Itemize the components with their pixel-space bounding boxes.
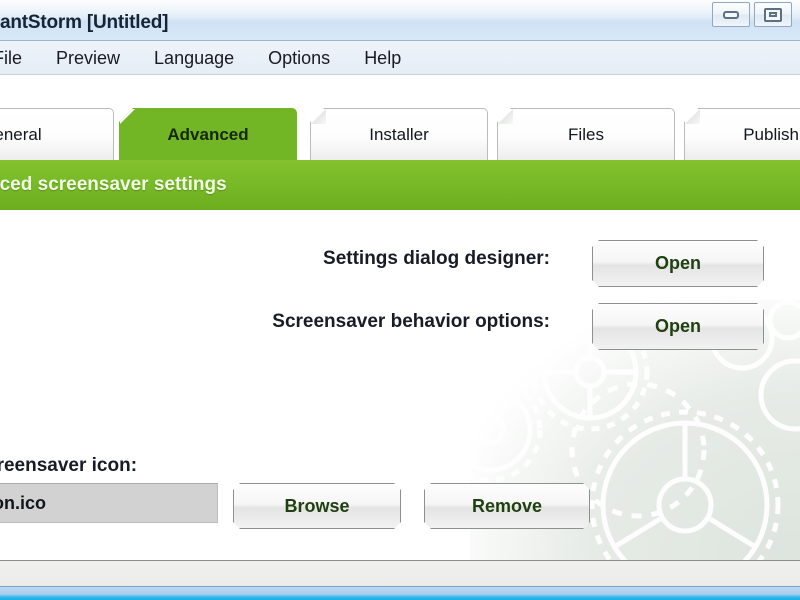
restore-icon <box>764 7 782 22</box>
screensaver-behavior-options-open-button[interactable]: Open <box>592 303 764 350</box>
window-title: antStorm [Untitled] <box>0 12 169 33</box>
menu-bar: File Preview Language Options Help <box>0 41 800 75</box>
window-controls <box>708 2 792 28</box>
menu-item-help[interactable]: Help <box>347 48 418 69</box>
application-window: antStorm [Untitled] File Preview Languag… <box>0 0 800 600</box>
restore-button[interactable] <box>754 2 792 27</box>
menu-items: File Preview Language Options Help <box>0 41 418 75</box>
screensaver-icon-label: creensaver icon: <box>0 455 138 476</box>
tab-fold-icon <box>685 109 700 124</box>
menu-item-preview[interactable]: Preview <box>39 48 137 69</box>
title-bar: antStorm [Untitled] <box>0 0 800 41</box>
remove-button[interactable]: Remove <box>424 483 590 529</box>
settings-dialog-designer-open-button[interactable]: Open <box>592 240 764 287</box>
tab-general-label: eneral <box>0 124 42 144</box>
window-bottom-border <box>0 586 800 600</box>
settings-dialog-designer-row: Settings dialog designer: <box>0 248 550 270</box>
tab-installer-label: Installer <box>369 124 429 144</box>
screensaver-icon-path-field[interactable]: on.ico <box>0 483 218 523</box>
tab-publishing-label: Publishi <box>743 124 800 144</box>
menu-item-options[interactable]: Options <box>251 48 347 69</box>
tab-advanced-label: Advanced <box>167 124 249 144</box>
minimize-button[interactable] <box>712 2 750 27</box>
tab-general[interactable]: eneral <box>0 108 114 160</box>
tab-fold-icon <box>311 109 326 124</box>
section-banner: nced screensaver settings <box>0 160 800 210</box>
tab-advanced[interactable]: Advanced <box>119 108 297 160</box>
tab-installer[interactable]: Installer <box>310 108 488 160</box>
content-panel: Settings dialog designer: Open Screensav… <box>0 210 800 560</box>
settings-dialog-designer-label: Settings dialog designer: <box>323 248 550 269</box>
tab-strip: eneral Advanced Installer Files Publishi <box>0 75 800 160</box>
menu-item-file[interactable]: File <box>0 48 39 69</box>
tab-fold-icon <box>498 109 513 124</box>
menu-item-language[interactable]: Language <box>137 48 251 69</box>
minimize-icon <box>723 10 739 19</box>
screensaver-behavior-options-label: Screensaver behavior options: <box>272 311 550 332</box>
browse-button[interactable]: Browse <box>233 483 401 529</box>
tab-publishing[interactable]: Publishi <box>684 108 800 160</box>
section-banner-title: nced screensaver settings <box>0 174 227 195</box>
tab-fold-icon <box>120 109 135 124</box>
tab-files-label: Files <box>568 124 604 144</box>
status-bar <box>0 560 800 586</box>
screensaver-behavior-options-row: Screensaver behavior options: <box>0 311 550 333</box>
tab-files[interactable]: Files <box>497 108 675 160</box>
